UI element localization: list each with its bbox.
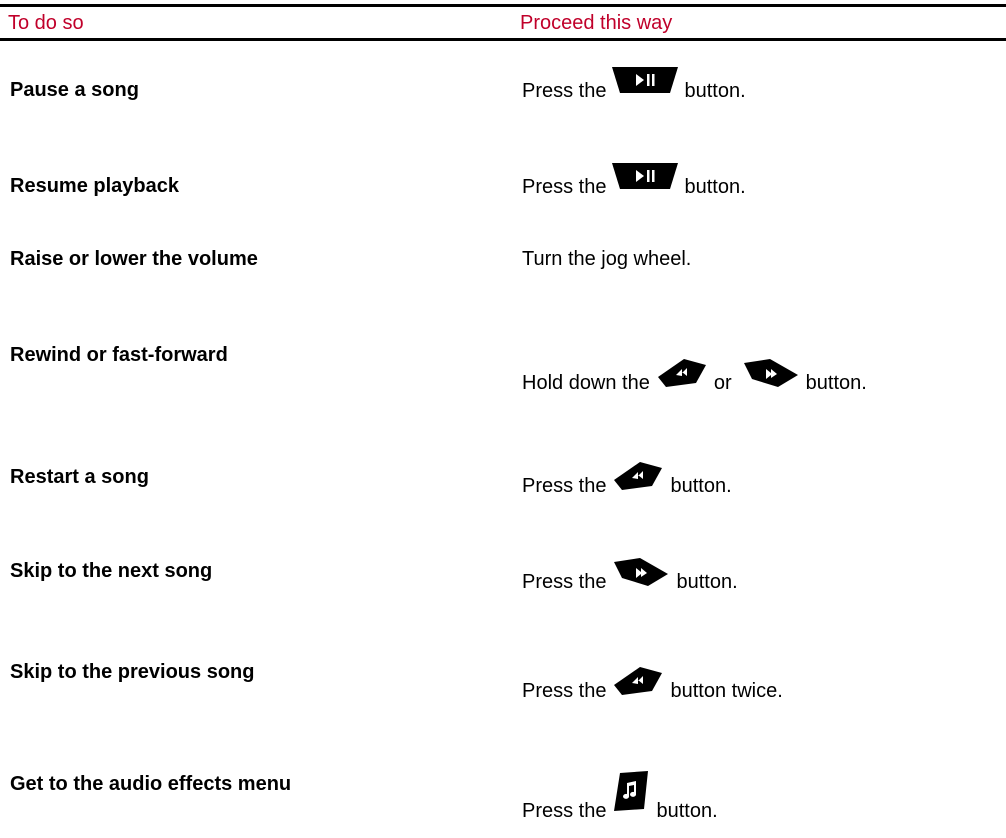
task-label: Raise or lower the volume xyxy=(10,248,258,270)
action-text: button. xyxy=(656,800,718,822)
action-text: Press the xyxy=(522,571,607,593)
header-action: Proceed this way xyxy=(520,12,673,34)
table-row: Get to the audio effects menu Press the … xyxy=(0,736,1006,838)
task-label: Get to the audio effects menu xyxy=(10,773,292,795)
action-text: button. xyxy=(684,176,746,198)
action-cell: Press the button. xyxy=(522,67,746,103)
action-text: Press the xyxy=(522,800,607,822)
action-text: or xyxy=(713,372,732,394)
action-cell: Press the button twice. xyxy=(522,667,783,703)
action-text: button. xyxy=(805,372,867,394)
play-pause-icon xyxy=(612,163,679,189)
header-task: To do so xyxy=(8,12,84,34)
action-cell: Press the button. xyxy=(522,163,746,199)
action-text: button twice. xyxy=(670,680,783,702)
action-text: button. xyxy=(684,80,746,102)
table-row: Resume playback Press the button. xyxy=(0,136,1006,230)
task-label: Skip to the next song xyxy=(10,560,213,582)
action-cell: Press the button. xyxy=(522,558,738,594)
task-label: Skip to the previous song xyxy=(10,661,255,683)
action-text: Press the xyxy=(522,475,607,497)
action-text: Press the xyxy=(522,680,607,702)
action-text: Press the xyxy=(522,176,607,198)
action-cell: Hold down the or button. xyxy=(522,359,867,395)
table-row: Restart a song Press the button. xyxy=(0,428,1006,529)
task-label: Pause a song xyxy=(10,79,139,101)
task-label: Restart a song xyxy=(10,466,149,488)
previous-icon xyxy=(612,665,664,697)
action-text: Hold down the xyxy=(522,372,650,394)
previous-icon xyxy=(656,357,708,389)
action-text: button. xyxy=(670,475,732,497)
next-icon xyxy=(612,556,670,588)
task-label: Resume playback xyxy=(10,175,179,197)
action-text: Press the xyxy=(522,80,607,102)
action-cell: Press the button. xyxy=(522,462,732,498)
action-text: button. xyxy=(676,571,738,593)
table-row: Raise or lower the volume Turn the jog w… xyxy=(0,230,1006,321)
table-row: Skip to the previous song Press the butt… xyxy=(0,627,1006,736)
music-note-icon xyxy=(612,771,650,811)
task-label: Rewind or fast-forward xyxy=(10,344,228,366)
action-cell: Press the button. xyxy=(522,771,718,823)
play-pause-icon xyxy=(612,67,679,93)
next-icon xyxy=(742,357,800,389)
action-text: Turn the jog wheel. xyxy=(522,248,692,270)
table-row: Pause a song Press the button. xyxy=(0,41,1006,136)
table-row: Rewind or fast-forward Hold down the or … xyxy=(0,321,1006,428)
table-header: To do so Proceed this way xyxy=(0,7,1006,39)
previous-icon xyxy=(612,460,664,492)
table-row: Skip to the next song Press the button. xyxy=(0,529,1006,627)
action-cell: Turn the jog wheel. xyxy=(522,247,691,271)
